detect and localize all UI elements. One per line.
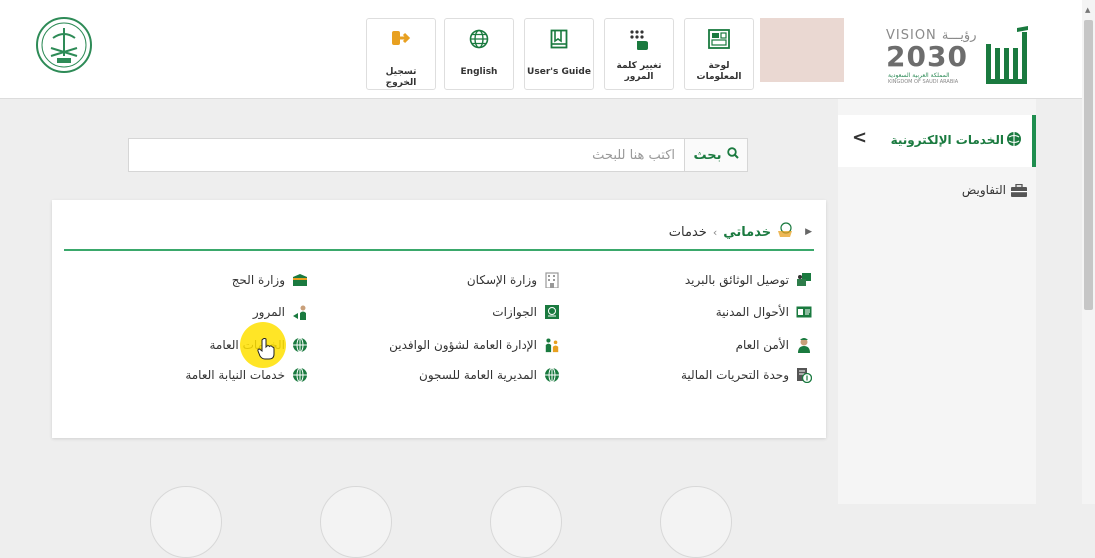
dashboard-button[interactable]: لوحة المعلومات (684, 18, 754, 90)
change-password-label: تغيير كلمة المرور (616, 61, 662, 82)
logout-label: تسجيل الخروج (385, 67, 417, 88)
vision-year: 2030 (886, 40, 968, 73)
breadcrumb-separator: › (712, 225, 718, 239)
scroll-thumb[interactable] (1084, 20, 1093, 310)
absher-logo-icon[interactable] (984, 26, 1034, 88)
change-password-button[interactable]: تغيير كلمة المرور (604, 18, 674, 90)
globe-icon (292, 367, 308, 383)
people-icon (544, 337, 560, 353)
chevron-left-icon[interactable]: < (852, 127, 867, 148)
globe-icon (544, 367, 560, 383)
vertical-scrollbar[interactable]: ▲ (1082, 0, 1095, 504)
vision-sub-ar: المملكة العربية السعودية (888, 72, 950, 79)
right-sidebar: < الخدمات الإلكترونية التفاويض (838, 99, 1036, 504)
dashboard-icon (708, 29, 730, 51)
service-public-prosecution[interactable]: خدمات النيابة العامة (185, 367, 308, 383)
globe-services-icon (1006, 131, 1022, 151)
breadcrumb-my-services[interactable]: خدماتي (723, 225, 771, 240)
kaaba-icon (292, 272, 308, 288)
english-button[interactable]: English (444, 18, 514, 90)
passport-icon (544, 304, 560, 320)
service-expatriates-affairs[interactable]: الإدارة العامة لشؤون الوافدين (389, 337, 560, 353)
search-button-label: بحث (693, 147, 722, 163)
users-guide-button[interactable]: User's Guide (524, 18, 594, 90)
traffic-icon (292, 304, 308, 320)
bottom-tile[interactable] (490, 486, 562, 558)
user-info-box (760, 18, 844, 82)
mail-delivery-icon (796, 272, 812, 288)
keypad-icon (629, 29, 649, 51)
building-icon (544, 272, 560, 288)
sidebar-header-label: الخدمات الإلكترونية (890, 133, 1004, 147)
service-traffic[interactable]: المرور (253, 304, 308, 320)
search-input[interactable] (129, 139, 683, 171)
logout-icon (391, 29, 411, 51)
logout-button[interactable]: تسجيل الخروج (366, 18, 436, 90)
vision-sub-en: KINGDOM OF SAUDI ARABIA (888, 79, 959, 85)
basket-globe-icon (777, 222, 793, 242)
sidebar-header-eservices[interactable]: < الخدمات الإلكترونية (838, 115, 1036, 167)
service-prisons-directorate[interactable]: المديرية العامة للسجون (419, 367, 560, 383)
english-label: English (460, 67, 498, 77)
top-header: تسجيل الخروج English User's Guide تغيير … (0, 0, 1082, 99)
service-civil-affairs[interactable]: الأحوال المدنية (716, 304, 812, 320)
service-public-security[interactable]: الأمن العام (736, 337, 812, 353)
id-card-icon (796, 304, 812, 320)
bottom-tile[interactable] (320, 486, 392, 558)
dashboard-label: لوحة المعلومات (696, 61, 742, 82)
service-financial-intelligence[interactable]: وحدة التحريات المالية (681, 367, 812, 383)
globe-icon (292, 337, 308, 353)
hand-cursor-icon (257, 338, 275, 365)
bottom-tile[interactable] (660, 486, 732, 558)
briefcase-icon (1010, 183, 1028, 202)
globe-icon (469, 29, 489, 51)
scroll-up-icon[interactable]: ▲ (1085, 6, 1090, 14)
search-button[interactable]: بحث (684, 139, 747, 171)
service-housing-ministry[interactable]: وزارة الإسكان (467, 272, 560, 288)
divider (64, 249, 814, 251)
service-passports[interactable]: الجوازات (492, 304, 560, 320)
users-guide-label: User's Guide (527, 67, 591, 77)
caret-icon: ▶ (805, 227, 812, 237)
book-icon (550, 29, 568, 51)
service-hajj-ministry[interactable]: وزارة الحج (232, 272, 308, 288)
search-icon (726, 147, 739, 163)
finance-icon (796, 367, 812, 383)
services-panel: ▶ خدماتي › خدمات توصيل الوثائق بالبريد ا… (52, 200, 826, 438)
sidebar-item-delegations[interactable]: التفاويض (962, 183, 1006, 197)
breadcrumb: ▶ خدماتي › خدمات (669, 222, 812, 242)
bottom-tile[interactable] (150, 486, 222, 558)
logo-area: VISION رؤيـــة 2030 المملكة العربية السع… (886, 26, 1032, 90)
breadcrumb-services[interactable]: خدمات (669, 225, 707, 240)
service-mail-delivery[interactable]: توصيل الوثائق بالبريد (685, 272, 812, 288)
officer-icon (796, 337, 812, 353)
ministry-emblem-icon[interactable] (35, 16, 93, 74)
search-bar: بحث (128, 138, 748, 172)
